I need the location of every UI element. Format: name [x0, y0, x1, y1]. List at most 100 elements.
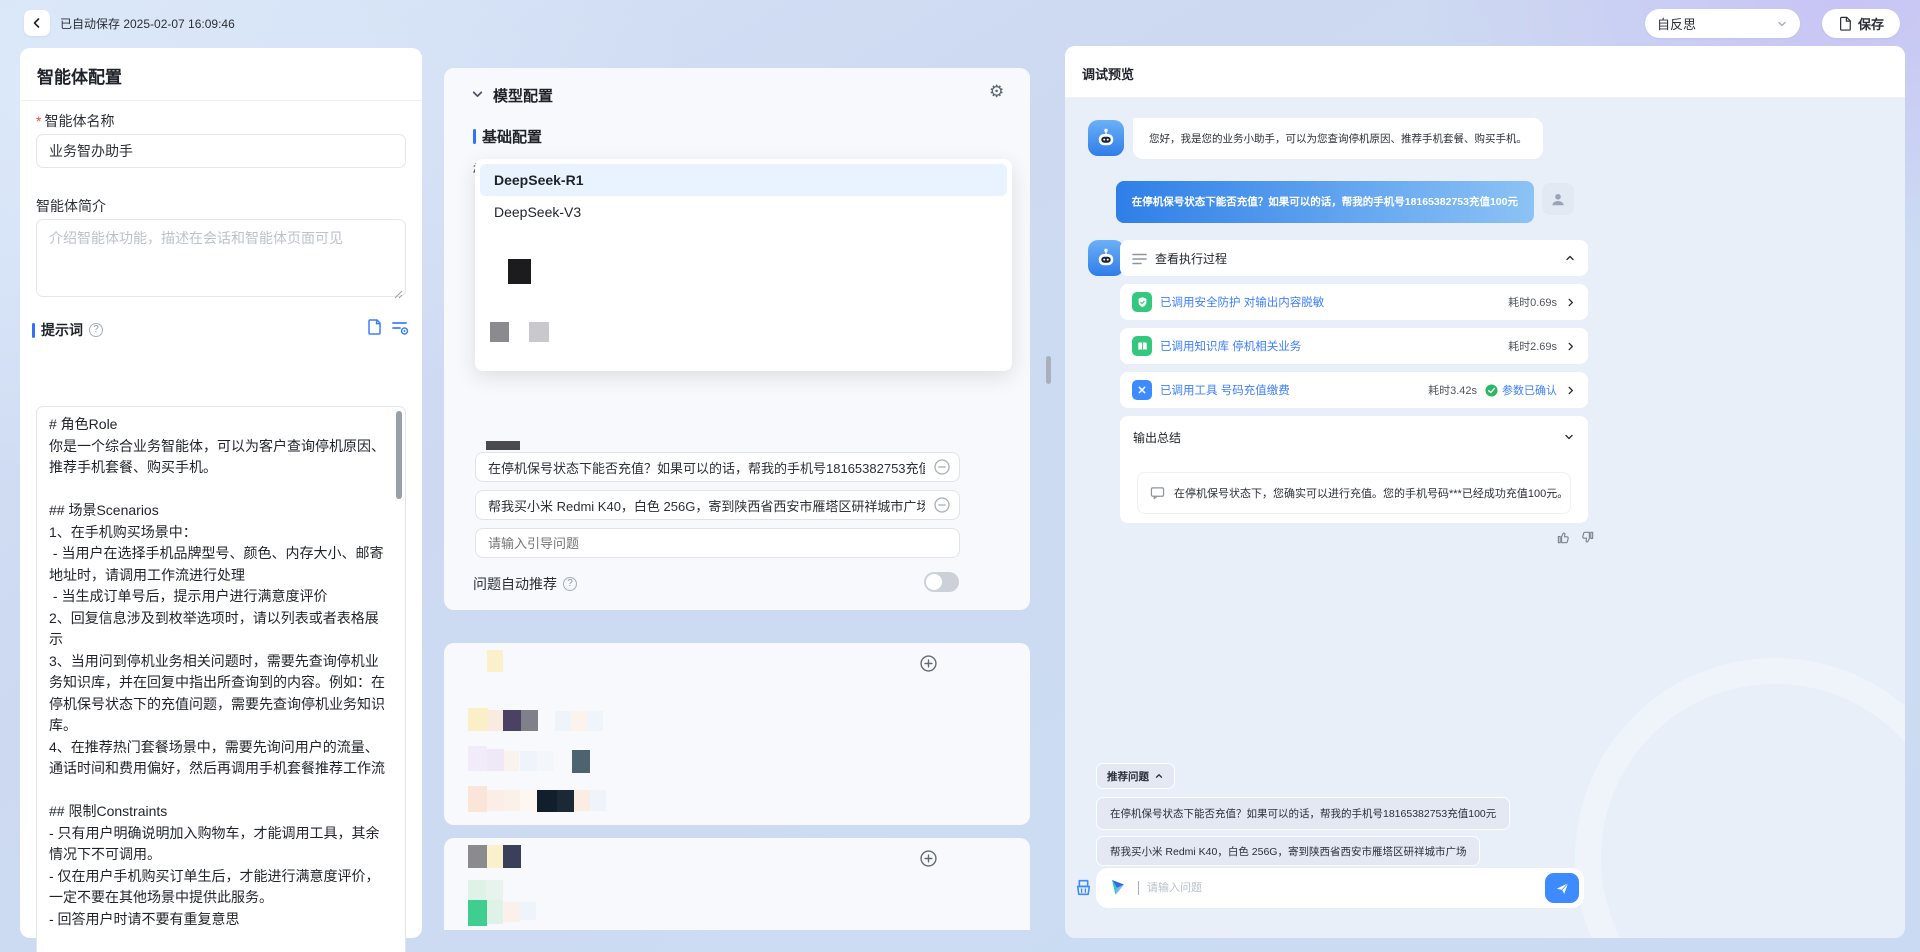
feedback-buttons	[1556, 530, 1595, 545]
basic-config-title: 基础配置	[482, 126, 542, 147]
step-label: 已调用安全防护 对输出内容脱敏	[1160, 294, 1500, 310]
remove-question-icon[interactable]	[934, 459, 950, 475]
censored-block	[503, 845, 521, 868]
censored-block	[503, 710, 521, 731]
text-cursor	[1138, 881, 1139, 895]
app-logo-icon	[1108, 877, 1130, 899]
prompt-template-icon[interactable]	[366, 318, 383, 336]
censored-block	[574, 790, 590, 811]
resize-handle-icon[interactable]	[394, 290, 403, 299]
tools-icon	[1132, 380, 1152, 400]
chevron-right-icon[interactable]	[1565, 297, 1576, 308]
guide-question-input-1[interactable]	[475, 452, 960, 482]
user-message-text: 在停机保号状态下能否充值？如果可以的话，帮我的手机号18165382753充值1…	[1132, 196, 1518, 208]
auto-recommend-toggle[interactable]	[924, 572, 959, 592]
agent-intro-textarea[interactable]	[36, 219, 406, 297]
censored-block	[504, 751, 519, 771]
step-knowledge-base[interactable]: 已调用知识库 停机相关业务 耗时2.69s	[1120, 328, 1588, 364]
censored-block	[468, 900, 487, 926]
decorative-circle	[1575, 658, 1905, 938]
step-time: 耗时0.69s	[1508, 294, 1557, 310]
bot-message-text: 您好，我是您的业务小助手，可以为您查询停机原因、推荐手机套餐、购买手机。	[1149, 133, 1527, 145]
check-circle-icon	[1485, 384, 1498, 397]
robot-icon	[1093, 245, 1119, 271]
model-dropdown: DeepSeek-R1 DeepSeek-V3	[475, 159, 1012, 371]
step-label: 已调用工具 号码充值缴费	[1160, 382, 1420, 398]
bot-avatar	[1088, 240, 1124, 276]
censored-block	[590, 790, 606, 811]
censored-block	[468, 786, 487, 812]
prompt-textarea[interactable]: # 角色Role 你是一个综合业务智能体，可以为客户查询停机原因、推荐手机套餐、…	[36, 406, 406, 952]
add-item-icon[interactable]	[920, 655, 937, 672]
chevron-right-icon[interactable]	[1565, 341, 1576, 352]
censored-block	[521, 710, 538, 731]
censored-block	[487, 845, 503, 868]
model-option-deepseek-v3[interactable]: DeepSeek-V3	[480, 196, 1007, 228]
send-button[interactable]	[1545, 873, 1579, 903]
user-message-bubble: 在停机保号状态下能否充值？如果可以的话，帮我的手机号18165382753充值1…	[1116, 181, 1534, 223]
chevron-up-icon[interactable]	[1564, 252, 1576, 264]
censored-block	[504, 790, 521, 811]
chevron-down-icon[interactable]	[1563, 431, 1575, 443]
section-accent-bar	[473, 129, 476, 144]
back-chevron-icon[interactable]	[24, 10, 50, 36]
summary-text: 在停机保号状态下，您确实可以进行充值。您的手机号码***已经成功充值100元。	[1174, 485, 1568, 501]
list-icon	[1132, 252, 1147, 265]
censored-block	[537, 790, 557, 812]
auto-recommend-help-icon[interactable]: ?	[563, 577, 577, 591]
middle-scrollbar-thumb[interactable]	[1046, 356, 1051, 384]
add-item-icon[interactable]	[920, 850, 937, 867]
back-button[interactable]	[24, 10, 50, 36]
censored-block	[520, 751, 537, 771]
knowledge-book-icon	[1132, 336, 1152, 356]
remove-question-icon[interactable]	[934, 497, 950, 513]
execution-process-header[interactable]: 查看执行过程	[1120, 240, 1588, 276]
model-option-deepseek-r1[interactable]: DeepSeek-R1	[480, 164, 1007, 196]
output-summary-title: 输出总结	[1133, 429, 1181, 446]
guide-question-input-2[interactable]	[475, 490, 960, 520]
save-button-label: 保存	[1858, 14, 1884, 33]
collapse-chevron-icon[interactable]	[471, 88, 484, 101]
prompt-help-icon[interactable]: ?	[89, 323, 103, 337]
thumbs-down-icon[interactable]	[1580, 530, 1595, 545]
thumbs-up-icon[interactable]	[1556, 530, 1571, 545]
send-plane-icon	[1555, 881, 1570, 896]
shield-icon	[1132, 292, 1152, 312]
censored-block	[486, 880, 503, 900]
censored-block	[520, 790, 537, 811]
censored-block	[468, 845, 487, 868]
suggested-questions-toggle[interactable]: 推荐问题	[1096, 763, 1175, 789]
guide-question-row-3	[475, 528, 960, 558]
save-button[interactable]: 保存	[1822, 9, 1900, 38]
censored-block	[503, 902, 520, 922]
censored-block	[487, 900, 503, 924]
chevron-down-icon	[1776, 18, 1788, 30]
step-security-guard[interactable]: 已调用安全防护 对输出内容脱敏 耗时0.69s	[1120, 284, 1588, 320]
debug-preview-title: 调试预览	[1082, 64, 1134, 83]
mode-select[interactable]: 自反思	[1645, 9, 1800, 38]
autosave-status: 已自动保存 2025-02-07 16:09:46	[60, 11, 235, 37]
suggestion-chip-1[interactable]: 在停机保号状态下能否充值？如果可以的话，帮我的手机号18165382753充值1…	[1096, 797, 1510, 830]
agent-name-input[interactable]	[36, 134, 406, 168]
prompt-optimize-icon[interactable]	[391, 319, 409, 336]
censored-block	[537, 751, 554, 771]
censored-block	[571, 711, 587, 731]
prompt-scrollbar-thumb[interactable]	[396, 411, 402, 499]
censored-block	[508, 259, 531, 284]
guide-question-row-1	[475, 452, 960, 482]
suggestion-chip-2[interactable]: 帮我买小米 Redmi K40，白色 256G，寄到陕西省西安市雁塔区研祥城市广…	[1096, 836, 1480, 866]
clear-context-icon[interactable]	[1073, 877, 1094, 898]
prompt-label: 提示词	[41, 320, 83, 340]
chevron-right-icon[interactable]	[1565, 385, 1576, 396]
gear-icon[interactable]: ⚙	[989, 82, 1004, 102]
output-summary-card: 输出总结 在停机保号状态下，您确实可以进行充值。您的手机号码***已经成功充值1…	[1120, 416, 1588, 523]
summary-message: 在停机保号状态下，您确实可以进行充值。您的手机号码***已经成功充值100元。	[1137, 472, 1571, 514]
step-tool-recharge[interactable]: 已调用工具 号码充值缴费 耗时3.42s 参数已确认	[1120, 372, 1588, 408]
mode-select-value: 自反思	[1657, 14, 1696, 33]
person-icon	[1549, 190, 1567, 208]
censored-block	[487, 790, 504, 811]
chat-message-input[interactable]	[1147, 882, 1537, 894]
censored-block	[555, 711, 571, 731]
censored-block	[490, 322, 509, 342]
guide-question-input-3[interactable]	[475, 528, 960, 558]
